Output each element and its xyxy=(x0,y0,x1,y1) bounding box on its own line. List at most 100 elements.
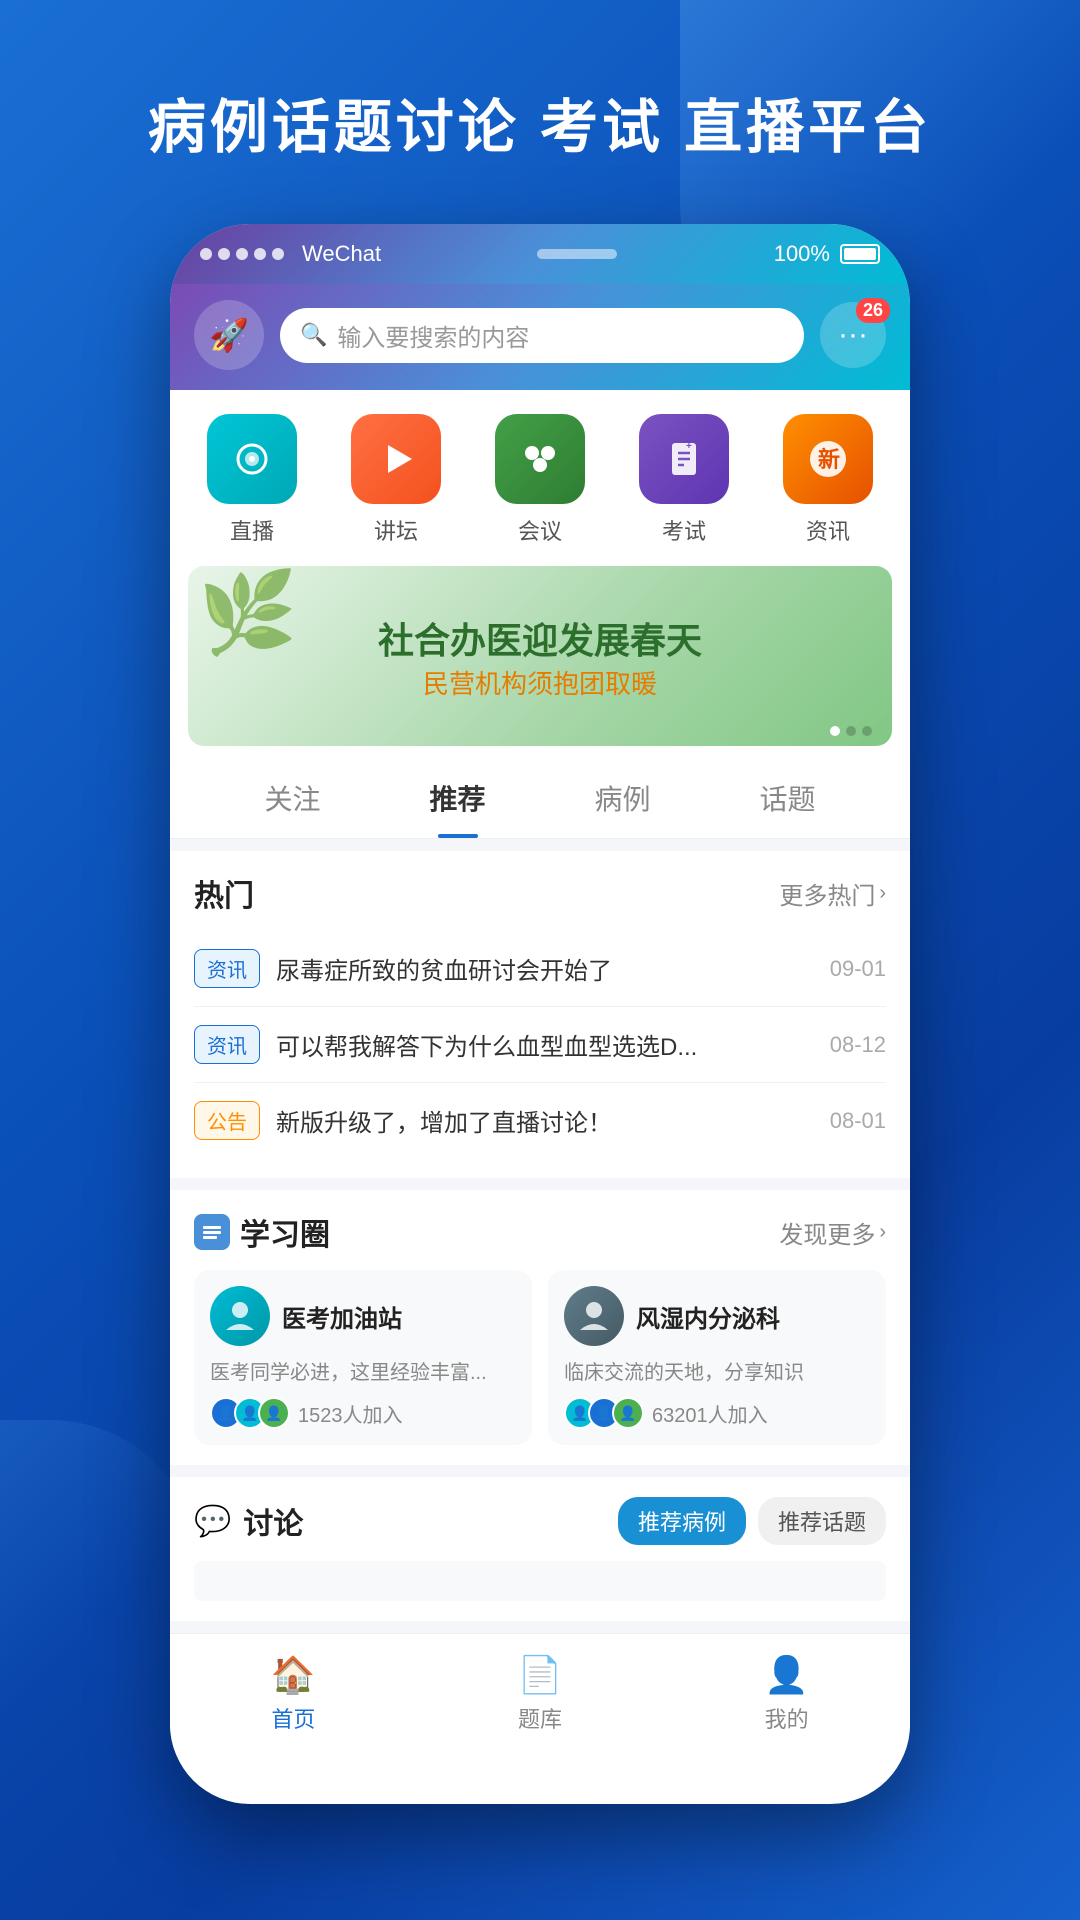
header-logo[interactable]: 🚀 xyxy=(194,300,264,370)
bottom-nav-home[interactable]: 🏠 首页 xyxy=(271,1654,316,1734)
hot-text-1: 尿毒症所致的贫血研讨会开始了 xyxy=(276,951,814,986)
hot-text-2: 可以帮我解答下为什么血型血型选选D... xyxy=(276,1027,814,1062)
learning-section: 学习圈 发现更多 › 医考加油站 医考同学必进，这里经验丰富... xyxy=(170,1190,910,1465)
search-bar[interactable]: 🔍 输入要搜索的内容 xyxy=(280,308,804,363)
status-dot-2 xyxy=(218,248,230,260)
learning-circles: 医考加油站 医考同学必进，这里经验丰富... 👤 👤 👤 1523人加入 xyxy=(194,1270,886,1445)
battery-fill xyxy=(844,248,876,260)
learning-section-more[interactable]: 发现更多 › xyxy=(779,1215,886,1250)
questions-icon: 📄 xyxy=(518,1654,563,1696)
profile-label: 我的 xyxy=(765,1702,809,1734)
discussion-content xyxy=(194,1561,886,1601)
header: 🚀 🔍 输入要搜索的内容 ··· 26 xyxy=(170,284,910,390)
hot-section-more[interactable]: 更多热门 › xyxy=(779,876,886,911)
home-label: 首页 xyxy=(271,1702,315,1734)
disc-tab-cases[interactable]: 推荐病例 xyxy=(618,1497,746,1545)
tag-gonggao-1: 公告 xyxy=(194,1101,260,1140)
discussion-tabs: 推荐病例 推荐话题 xyxy=(618,1497,886,1545)
notification-badge: 26 xyxy=(856,298,890,323)
banner-main-text: 社合办医迎发展春天 xyxy=(378,612,702,664)
disc-tab-topics[interactable]: 推荐话题 xyxy=(758,1497,886,1545)
phone-frame: WeChat 100% 🚀 🔍 输入要搜索的内容 ··· 26 直播 xyxy=(170,224,910,1804)
banner-dot-3 xyxy=(862,726,872,736)
tag-zixun-1: 资讯 xyxy=(194,949,260,988)
notification-icon: ··· xyxy=(838,318,868,352)
nav-label-zibo: 直播 xyxy=(230,514,274,546)
member-count-1: 1523人加入 xyxy=(298,1399,403,1428)
battery-text: 100% xyxy=(774,241,830,267)
status-dot-1 xyxy=(200,248,212,260)
hot-item-2[interactable]: 资讯 可以帮我解答下为什么血型血型选选D... 08-12 xyxy=(194,1007,886,1083)
search-placeholder: 输入要搜索的内容 xyxy=(337,318,529,353)
svg-text:+: + xyxy=(686,441,692,452)
tab-topics[interactable]: 话题 xyxy=(705,754,870,838)
hot-section: 热门 更多热门 › 资讯 尿毒症所致的贫血研讨会开始了 09-01 资讯 可以帮… xyxy=(170,851,910,1178)
nav-item-huiyi[interactable]: 会议 xyxy=(495,414,585,546)
circle-header-2: 风湿内分泌科 xyxy=(564,1286,870,1346)
learning-section-title: 学习圈 xyxy=(240,1210,330,1254)
member-avatars-1: 👤 👤 👤 xyxy=(210,1397,290,1429)
svg-text:新: 新 xyxy=(818,447,840,472)
notification-button[interactable]: ··· 26 xyxy=(820,302,886,368)
status-dot-5 xyxy=(272,248,284,260)
nav-item-kaoshi[interactable]: + 考试 xyxy=(639,414,729,546)
circle-card-2[interactable]: 风湿内分泌科 临床交流的天地，分享知识 👤 👤 👤 63201人加入 xyxy=(548,1270,886,1445)
circle-avatar-2 xyxy=(564,1286,624,1346)
logo-icon: 🚀 xyxy=(209,316,249,354)
learning-title-wrap: 学习圈 xyxy=(194,1210,330,1254)
member-count-2: 63201人加入 xyxy=(652,1399,768,1428)
status-dots xyxy=(200,248,284,260)
nav-icon-huiyi xyxy=(495,414,585,504)
circle-card-1[interactable]: 医考加油站 医考同学必进，这里经验丰富... 👤 👤 👤 1523人加入 xyxy=(194,1270,532,1445)
banner-leaf: 🌿 xyxy=(198,566,298,660)
nav-icon-zibo xyxy=(207,414,297,504)
tab-cases[interactable]: 病例 xyxy=(540,754,705,838)
bottom-nav-questions[interactable]: 📄 题库 xyxy=(518,1654,563,1734)
tab-recommend[interactable]: 推荐 xyxy=(375,754,540,838)
bottom-nav-profile[interactable]: 👤 我的 xyxy=(764,1654,809,1734)
tab-follow[interactable]: 关注 xyxy=(210,754,375,838)
discussion-title: 💬 讨论 xyxy=(194,1499,303,1543)
nav-icon-zixun: 新 xyxy=(783,414,873,504)
member-avatars-2: 👤 👤 👤 xyxy=(564,1397,644,1429)
search-icon: 🔍 xyxy=(300,322,327,348)
nav-label-kaoshi: 考试 xyxy=(662,514,706,546)
status-dot-4 xyxy=(254,248,266,260)
page-title: 病例话题讨论 考试 直播平台 xyxy=(148,80,932,164)
nav-label-huiyi: 会议 xyxy=(518,514,562,546)
nav-item-luntan[interactable]: 讲坛 xyxy=(351,414,441,546)
banner-text: 社合办医迎发展春天 民营机构须抱团取暖 xyxy=(378,612,702,701)
nav-icon-kaoshi: + xyxy=(639,414,729,504)
learning-section-header: 学习圈 发现更多 › xyxy=(194,1210,886,1254)
learning-section-icon xyxy=(194,1214,230,1250)
banner-dots xyxy=(830,726,872,736)
nav-label-luntan: 讲坛 xyxy=(374,514,418,546)
hot-section-header: 热门 更多热门 › xyxy=(194,871,886,915)
questions-label: 题库 xyxy=(518,1702,562,1734)
hot-text-3: 新版升级了，增加了直播讨论！ xyxy=(276,1103,814,1138)
nav-icon-luntan xyxy=(351,414,441,504)
circle-desc-1: 医考同学必进，这里经验丰富... xyxy=(210,1356,516,1385)
circle-header-1: 医考加油站 xyxy=(210,1286,516,1346)
nav-item-zibo[interactable]: 直播 xyxy=(207,414,297,546)
more-chevron: › xyxy=(879,882,886,905)
hot-item-3[interactable]: 公告 新版升级了，增加了直播讨论！ 08-01 xyxy=(194,1083,886,1158)
battery-icon xyxy=(840,244,880,264)
learning-more-chevron: › xyxy=(879,1221,886,1244)
banner[interactable]: 🌿 社合办医迎发展春天 民营机构须抱团取暖 xyxy=(188,566,892,746)
member-av-2c: 👤 xyxy=(612,1397,644,1429)
circle-footer-2: 👤 👤 👤 63201人加入 xyxy=(564,1397,870,1429)
banner-dot-1 xyxy=(830,726,840,736)
nav-item-zixun[interactable]: 新 资讯 xyxy=(783,414,873,546)
status-dot-3 xyxy=(236,248,248,260)
hot-date-2: 08-12 xyxy=(830,1032,886,1058)
banner-sub-text: 民营机构须抱团取暖 xyxy=(378,664,702,701)
banner-dot-2 xyxy=(846,726,856,736)
status-right: 100% xyxy=(774,241,880,267)
circle-avatar-1 xyxy=(210,1286,270,1346)
hot-item-1[interactable]: 资讯 尿毒症所致的贫血研讨会开始了 09-01 xyxy=(194,931,886,1007)
nav-label-zixun: 资讯 xyxy=(806,514,850,546)
discussion-icon: 💬 xyxy=(194,1504,231,1539)
hot-section-title: 热门 xyxy=(194,871,254,915)
content-tabs: 关注 推荐 病例 话题 xyxy=(170,754,910,839)
